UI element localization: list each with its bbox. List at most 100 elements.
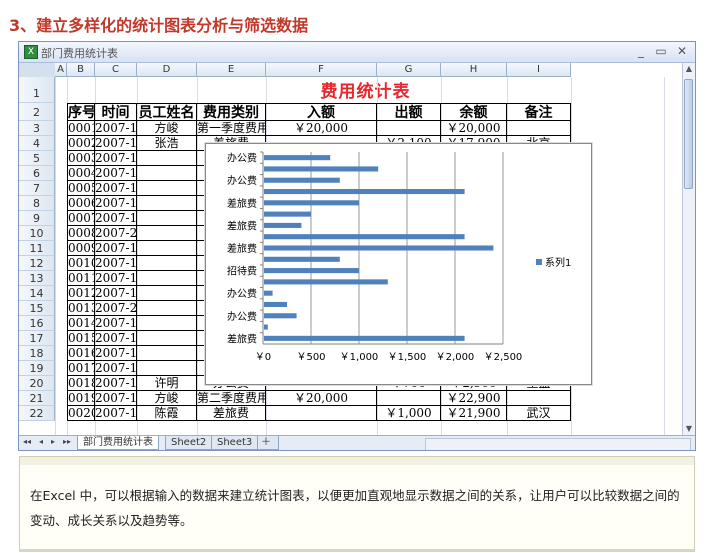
- table-cell[interactable]: 2007-1-7: [95, 196, 137, 211]
- row-header-19[interactable]: 19: [19, 361, 55, 376]
- tab-sheet1[interactable]: 部门费用统计表: [77, 436, 159, 450]
- row-header-10[interactable]: 10: [19, 226, 55, 241]
- column-header-H[interactable]: H: [441, 63, 507, 77]
- table-cell[interactable]: 2007-1-8: [95, 271, 137, 286]
- table-cell[interactable]: 2007-1-17: [95, 286, 137, 301]
- table-cell[interactable]: 2007-1-5: [95, 166, 137, 181]
- table-cell[interactable]: [507, 121, 571, 136]
- tab-last-icon[interactable]: ▸▸: [63, 437, 71, 446]
- table-cell[interactable]: 差旅费: [197, 406, 266, 421]
- row-header-16[interactable]: 16: [19, 316, 55, 331]
- row-header-11[interactable]: 11: [19, 241, 55, 256]
- row-header-2[interactable]: 2: [19, 103, 55, 121]
- row-header-21[interactable]: 21: [19, 391, 55, 406]
- tab-first-icon[interactable]: ◂◂: [23, 437, 31, 446]
- row-header-15[interactable]: 15: [19, 301, 55, 316]
- table-cell[interactable]: 2007-1-15: [95, 211, 137, 226]
- table-cell[interactable]: 0017: [67, 361, 95, 376]
- table-cell[interactable]: [137, 196, 197, 211]
- table-cell[interactable]: [137, 346, 197, 361]
- column-header-C[interactable]: C: [95, 63, 137, 77]
- table-cell[interactable]: 0007: [67, 211, 95, 226]
- table-cell[interactable]: 方峻: [137, 121, 197, 136]
- tab-prev-icon[interactable]: ◂: [39, 437, 43, 446]
- table-cell[interactable]: [137, 181, 197, 196]
- table-cell[interactable]: ￥21,900: [441, 406, 507, 421]
- table-cell[interactable]: [377, 391, 441, 406]
- table-cell[interactable]: 0011: [67, 271, 95, 286]
- table-cell[interactable]: ￥20,000: [441, 121, 507, 136]
- table-cell[interactable]: [137, 166, 197, 181]
- table-cell[interactable]: 2007-1-18: [95, 316, 137, 331]
- table-cell[interactable]: 第二季度费用: [197, 391, 266, 406]
- table-cell[interactable]: 2007-1-6: [95, 181, 137, 196]
- table-cell[interactable]: 张浩: [137, 136, 197, 151]
- row-header-1[interactable]: 1: [19, 77, 55, 103]
- table-cell[interactable]: 2007-1-20: [95, 361, 137, 376]
- row-header-13[interactable]: 13: [19, 271, 55, 286]
- row-header-4[interactable]: 4: [19, 136, 55, 151]
- table-cell[interactable]: ￥1,000: [377, 406, 441, 421]
- row-header-6[interactable]: 6: [19, 166, 55, 181]
- table-cell[interactable]: 0004: [67, 166, 95, 181]
- table-cell[interactable]: [137, 151, 197, 166]
- table-cell[interactable]: 2007-1-19: [95, 331, 137, 346]
- table-cell[interactable]: 0018: [67, 376, 95, 391]
- column-header-B[interactable]: B: [67, 63, 95, 77]
- table-cell[interactable]: 武汉: [507, 406, 571, 421]
- table-cell[interactable]: 0008: [67, 226, 95, 241]
- column-header-D[interactable]: D: [137, 63, 197, 77]
- table-cell[interactable]: 2007-1-21: [95, 406, 137, 421]
- row-header-22[interactable]: 22: [19, 406, 55, 421]
- column-header-F[interactable]: F: [266, 63, 377, 77]
- row-header-20[interactable]: 20: [19, 376, 55, 391]
- row-header-7[interactable]: 7: [19, 181, 55, 196]
- table-cell[interactable]: 2007-1-30: [95, 241, 137, 256]
- row-header-14[interactable]: 14: [19, 286, 55, 301]
- tab-sheet2[interactable]: Sheet2: [165, 436, 213, 450]
- table-cell[interactable]: [137, 226, 197, 241]
- row-header-9[interactable]: 9: [19, 211, 55, 226]
- table-cell[interactable]: 0002: [67, 136, 95, 151]
- table-cell[interactable]: 0012: [67, 286, 95, 301]
- table-cell[interactable]: [137, 331, 197, 346]
- close-button[interactable]: ✕: [674, 44, 690, 58]
- row-header-3[interactable]: 3: [19, 121, 55, 136]
- tab-sheet3[interactable]: Sheet3: [211, 436, 259, 450]
- table-cell[interactable]: 2007-1-10: [95, 376, 137, 391]
- table-cell[interactable]: [137, 361, 197, 376]
- table-cell[interactable]: [137, 241, 197, 256]
- tab-next-icon[interactable]: ▸: [51, 437, 55, 446]
- table-cell[interactable]: 2007-1-28: [95, 391, 137, 406]
- scroll-down-icon[interactable]: ▼: [683, 423, 695, 435]
- scroll-up-icon[interactable]: ▲: [683, 63, 695, 75]
- table-cell[interactable]: ￥20,000: [266, 121, 377, 136]
- row-header-18[interactable]: 18: [19, 346, 55, 361]
- table-cell[interactable]: 0013: [67, 301, 95, 316]
- table-cell[interactable]: 0016: [67, 346, 95, 361]
- table-cell[interactable]: [377, 121, 441, 136]
- table-cell[interactable]: 0020: [67, 406, 95, 421]
- row-header-8[interactable]: 8: [19, 196, 55, 211]
- table-cell[interactable]: 0001: [67, 121, 95, 136]
- column-header-E[interactable]: E: [197, 63, 266, 77]
- table-cell[interactable]: 2007-1-14: [95, 136, 137, 151]
- horizontal-scrollbar[interactable]: [425, 438, 691, 450]
- table-cell[interactable]: 0005: [67, 181, 95, 196]
- table-cell[interactable]: [137, 286, 197, 301]
- insert-sheet-icon[interactable]: ＋: [257, 436, 279, 450]
- maximize-button[interactable]: ▭: [653, 44, 669, 58]
- table-cell[interactable]: 0014: [67, 316, 95, 331]
- row-header-17[interactable]: 17: [19, 331, 55, 346]
- table-cell[interactable]: [137, 271, 197, 286]
- table-cell[interactable]: 0009: [67, 241, 95, 256]
- column-header-G[interactable]: G: [377, 63, 441, 77]
- bar-chart[interactable]: ￥0 ￥500 ￥1,000 ￥1,500 ￥2,000 ￥2,500 办公费 办公费 差旅费差…: [205, 143, 592, 385]
- table-cell[interactable]: 2007-2-2: [95, 301, 137, 316]
- table-cell[interactable]: 2007-1-16: [95, 256, 137, 271]
- table-cell[interactable]: 2007-1-4: [95, 151, 137, 166]
- table-cell[interactable]: [507, 391, 571, 406]
- table-cell[interactable]: 0019: [67, 391, 95, 406]
- table-cell[interactable]: 0006: [67, 196, 95, 211]
- table-cell[interactable]: 2007-1-9: [95, 346, 137, 361]
